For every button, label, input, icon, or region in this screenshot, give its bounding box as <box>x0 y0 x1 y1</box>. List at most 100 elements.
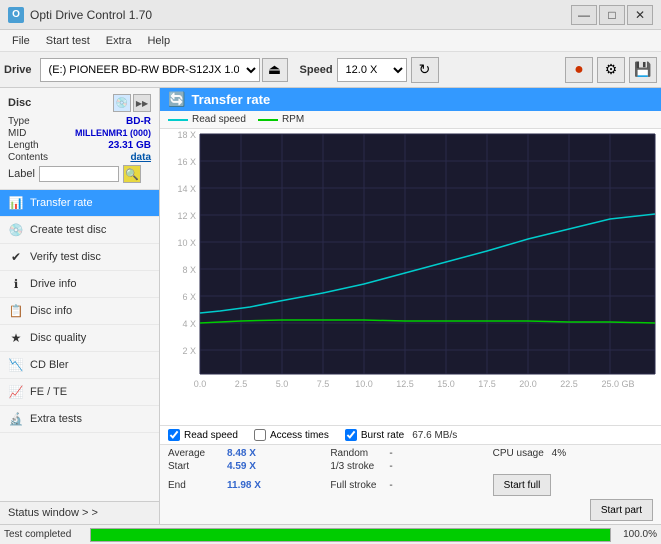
title-text: Opti Drive Control 1.70 <box>30 8 152 22</box>
svg-text:12 X: 12 X <box>177 211 196 221</box>
sidebar-menu: 📊 Transfer rate 💿 Create test disc ✔ Ver… <box>0 190 159 501</box>
drive-info-icon: ℹ <box>8 276 24 292</box>
sidebar-item-create-test-disc[interactable]: 💿 Create test disc <box>0 217 159 244</box>
sidebar-item-cd-bler[interactable]: 📉 CD Bler <box>0 352 159 379</box>
transfer-rate-icon: 📊 <box>8 195 24 211</box>
sidebar-item-verify-test-disc-label: Verify test disc <box>30 251 101 263</box>
menu-help[interactable]: Help <box>139 33 178 49</box>
sidebar-item-drive-info[interactable]: ℹ Drive info <box>0 271 159 298</box>
svg-text:7.5: 7.5 <box>317 379 330 389</box>
stat-fullstroke-row: Full stroke - <box>330 474 490 496</box>
sidebar-item-transfer-rate[interactable]: 📊 Transfer rate <box>0 190 159 217</box>
start-part-button[interactable]: Start part <box>590 499 653 521</box>
stats-grid: Average 8.48 X Random - CPU usage 4% Sta… <box>160 444 661 499</box>
disc-length-row: Length 23.31 GB <box>8 140 151 151</box>
sidebar-item-fe-te-label: FE / TE <box>30 386 67 398</box>
drive-select[interactable]: (E:) PIONEER BD-RW BDR-S12JX 1.00 <box>40 58 260 82</box>
sidebar-item-fe-te[interactable]: 📈 FE / TE <box>0 379 159 406</box>
save-button[interactable]: 💾 <box>629 57 657 83</box>
stat-onethird-row: 1/3 stroke - <box>330 461 490 472</box>
fe-te-icon: 📈 <box>8 384 24 400</box>
disc-type-label: Type <box>8 116 30 127</box>
disc-icon-btn2[interactable]: ▶▶ <box>133 94 151 112</box>
verify-test-disc-icon: ✔ <box>8 249 24 265</box>
stat-fullstroke-label: Full stroke <box>330 480 385 491</box>
stat-cpu-value: 4% <box>552 448 566 459</box>
stat-onethird-label: 1/3 stroke <box>330 461 385 472</box>
sidebar-item-disc-info[interactable]: 📋 Disc info <box>0 298 159 325</box>
disc-contents-label: Contents <box>8 152 48 163</box>
access-times-checkbox[interactable] <box>254 429 266 441</box>
drive-label: Drive <box>4 64 32 76</box>
label-icon-button[interactable]: 🔍 <box>123 165 141 183</box>
sidebar-item-verify-test-disc[interactable]: ✔ Verify test disc <box>0 244 159 271</box>
status-window-button[interactable]: Status window > > <box>0 501 159 524</box>
disc-length-label: Length <box>8 140 39 151</box>
svg-text:15.0: 15.0 <box>437 379 455 389</box>
eject-button[interactable]: ⏏ <box>262 58 288 82</box>
disc-info-icon: 📋 <box>8 303 24 319</box>
stat-start-row: Start 4.59 X <box>168 461 328 472</box>
label-input[interactable] <box>39 166 119 182</box>
menu-file[interactable]: File <box>4 33 38 49</box>
disc-mid-row: MID MILLENMR1 (000) <box>8 128 151 139</box>
svg-text:6 X: 6 X <box>182 292 196 302</box>
settings-button[interactable]: ⚙ <box>597 57 625 83</box>
speed-label: Speed <box>300 64 333 76</box>
maximize-button[interactable]: □ <box>599 5 625 25</box>
disc-contents-value[interactable]: data <box>130 152 151 163</box>
stat-fullstroke-value: - <box>389 480 392 491</box>
svg-text:10 X: 10 X <box>177 238 196 248</box>
svg-text:12.5: 12.5 <box>396 379 414 389</box>
stat-random-row: Random - <box>330 448 490 459</box>
burst-rate-checkbox[interactable] <box>345 429 357 441</box>
sidebar-item-disc-info-label: Disc info <box>30 305 72 317</box>
access-times-checkbox-label: Access times <box>270 430 329 441</box>
stat-end-value: 11.98 X <box>227 480 261 491</box>
create-test-disc-icon: 💿 <box>8 222 24 238</box>
refresh-button[interactable]: ↻ <box>411 57 439 83</box>
sidebar-item-transfer-rate-label: Transfer rate <box>30 197 93 209</box>
app-icon: O <box>8 7 24 23</box>
start-full-btn-container: Start full <box>493 474 653 496</box>
stat-average-value: 8.48 X <box>227 448 256 459</box>
access-times-checkbox-item[interactable]: Access times <box>254 429 329 441</box>
svg-text:14 X: 14 X <box>177 184 196 194</box>
menu-extra[interactable]: Extra <box>98 33 140 49</box>
svg-text:25.0 GB: 25.0 GB <box>601 379 634 389</box>
legend-read-speed-label: Read speed <box>192 114 246 125</box>
sidebar-item-disc-quality-label: Disc quality <box>30 332 86 344</box>
stat-random-value: - <box>389 448 392 459</box>
svg-text:18 X: 18 X <box>177 130 196 140</box>
disc-type-value: BD-R <box>126 116 151 127</box>
sidebar-item-cd-bler-label: CD Bler <box>30 359 69 371</box>
stat-cpu-label: CPU usage <box>493 448 548 459</box>
legend-rpm-label: RPM <box>282 114 304 125</box>
read-speed-checkbox[interactable] <box>168 429 180 441</box>
start-full-button[interactable]: Start full <box>493 474 552 496</box>
burst-rate-checkbox-item[interactable]: Burst rate 67.6 MB/s <box>345 429 457 441</box>
read-speed-checkbox-item[interactable]: Read speed <box>168 429 238 441</box>
transfer-rate-chart: 18 X 16 X 14 X 12 X 10 X 8 X 6 X 4 X 2 X… <box>160 129 661 399</box>
speed-select[interactable]: 12.0 X <box>337 58 407 82</box>
svg-text:2 X: 2 X <box>182 346 196 356</box>
stat-cpu-row: CPU usage 4% <box>493 448 653 459</box>
main-content: Disc 💿 ▶▶ Type BD-R MID MILLENMR1 (000) … <box>0 88 661 524</box>
chart-area: 🔄 Transfer rate Read speed RPM <box>160 88 661 524</box>
disc-mid-label: MID <box>8 128 26 139</box>
sidebar-item-extra-tests[interactable]: 🔬 Extra tests <box>0 406 159 433</box>
minimize-button[interactable]: — <box>571 5 597 25</box>
svg-text:17.5: 17.5 <box>478 379 496 389</box>
svg-text:0.0: 0.0 <box>194 379 207 389</box>
disc-icon-btn1[interactable]: 💿 <box>113 94 131 112</box>
sidebar: Disc 💿 ▶▶ Type BD-R MID MILLENMR1 (000) … <box>0 88 160 524</box>
menu-bar: File Start test Extra Help <box>0 30 661 52</box>
close-button[interactable]: ✕ <box>627 5 653 25</box>
sidebar-item-disc-quality[interactable]: ★ Disc quality <box>0 325 159 352</box>
progress-bar-container: Test completed 100.0% <box>0 524 661 544</box>
stat-average-row: Average 8.48 X <box>168 448 328 459</box>
write-icon-button[interactable]: ● <box>565 57 593 83</box>
sidebar-item-extra-tests-label: Extra tests <box>30 413 82 425</box>
chart-title: Transfer rate <box>191 92 270 107</box>
menu-start-test[interactable]: Start test <box>38 33 98 49</box>
